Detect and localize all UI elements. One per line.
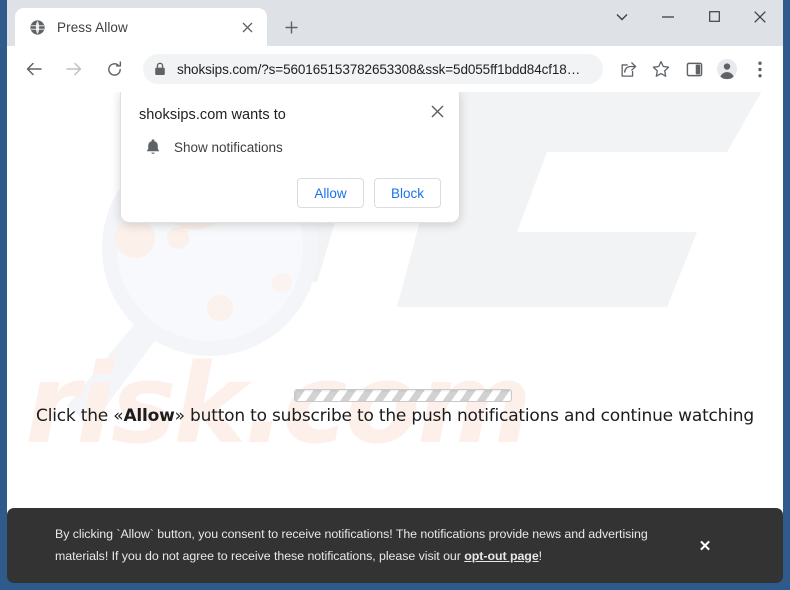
page-cta-text: Click the «Allow» button to subscribe to… bbox=[7, 406, 783, 426]
back-arrow-icon bbox=[26, 62, 42, 76]
cta-allow-word: Allow bbox=[123, 406, 175, 426]
plus-icon bbox=[285, 21, 297, 33]
notification-permission-dialog: shoksips.com wants to Show notifications… bbox=[120, 92, 460, 223]
new-tab-button[interactable] bbox=[276, 12, 306, 42]
allow-button[interactable]: Allow bbox=[297, 178, 364, 208]
minimize-button[interactable] bbox=[645, 0, 691, 33]
share-icon bbox=[621, 61, 636, 77]
address-bar-url: shoksips.com/?s=560165153782653308&ssk=5… bbox=[177, 61, 581, 77]
share-button[interactable] bbox=[614, 55, 642, 83]
maximize-button[interactable] bbox=[691, 0, 737, 33]
tab-title: Press Allow bbox=[57, 19, 128, 35]
address-bar[interactable]: shoksips.com/?s=560165153782653308&ssk=5… bbox=[143, 54, 603, 84]
side-panel-button[interactable] bbox=[680, 55, 708, 83]
forward-arrow-icon bbox=[66, 62, 82, 76]
profile-avatar-icon bbox=[716, 58, 738, 80]
block-button[interactable]: Block bbox=[374, 178, 441, 208]
forward-button[interactable] bbox=[59, 54, 89, 84]
cta-prefix: Click the « bbox=[36, 406, 124, 426]
consent-banner: By clicking `Allow` button, you consent … bbox=[7, 508, 783, 583]
watermark-risk-text: risk.com bbox=[25, 340, 532, 468]
reload-button[interactable] bbox=[99, 54, 129, 84]
tab-strip: Press Allow bbox=[7, 0, 783, 46]
lock-icon[interactable] bbox=[147, 56, 173, 82]
bell-icon bbox=[146, 139, 160, 154]
dialog-title: shoksips.com wants to bbox=[139, 107, 286, 123]
consent-banner-close-button[interactable]: ✕ bbox=[690, 531, 720, 561]
star-icon bbox=[652, 60, 670, 77]
dialog-close-icon[interactable] bbox=[425, 99, 449, 123]
permission-label: Show notifications bbox=[174, 139, 283, 155]
three-dot-menu-icon bbox=[758, 61, 762, 77]
opt-out-page-link[interactable]: opt-out page bbox=[464, 549, 538, 563]
cta-suffix: » button to subscribe to the push notifi… bbox=[174, 406, 754, 426]
loading-progress-bar bbox=[294, 389, 512, 402]
consent-banner-text: By clicking `Allow` button, you consent … bbox=[55, 524, 680, 567]
side-panel-icon bbox=[686, 62, 702, 76]
back-button[interactable] bbox=[19, 54, 49, 84]
globe-icon bbox=[30, 19, 45, 35]
consent-text-before-link: By clicking `Allow` button, you consent … bbox=[55, 527, 648, 563]
window-controls bbox=[599, 0, 783, 46]
tab-search-chevron-icon[interactable] bbox=[599, 0, 645, 33]
browser-tab[interactable]: Press Allow bbox=[15, 8, 267, 46]
reload-icon bbox=[107, 60, 121, 76]
window-close-button[interactable] bbox=[737, 0, 783, 33]
profile-button[interactable] bbox=[713, 55, 741, 83]
page-viewport: risk.com Click the «Allow» button to sub… bbox=[7, 92, 783, 530]
permission-row: Show notifications bbox=[139, 138, 441, 156]
browser-window: Press Allow shoksips.com/?s=560165153782… bbox=[0, 0, 790, 590]
browser-menu-button[interactable] bbox=[746, 55, 774, 83]
browser-toolbar: shoksips.com/?s=560165153782653308&ssk=5… bbox=[7, 46, 783, 92]
bookmark-button[interactable] bbox=[647, 55, 675, 83]
dialog-actions: Allow Block bbox=[139, 178, 441, 208]
consent-text-after-link: ! bbox=[538, 548, 543, 563]
tab-close-icon[interactable] bbox=[237, 17, 257, 37]
